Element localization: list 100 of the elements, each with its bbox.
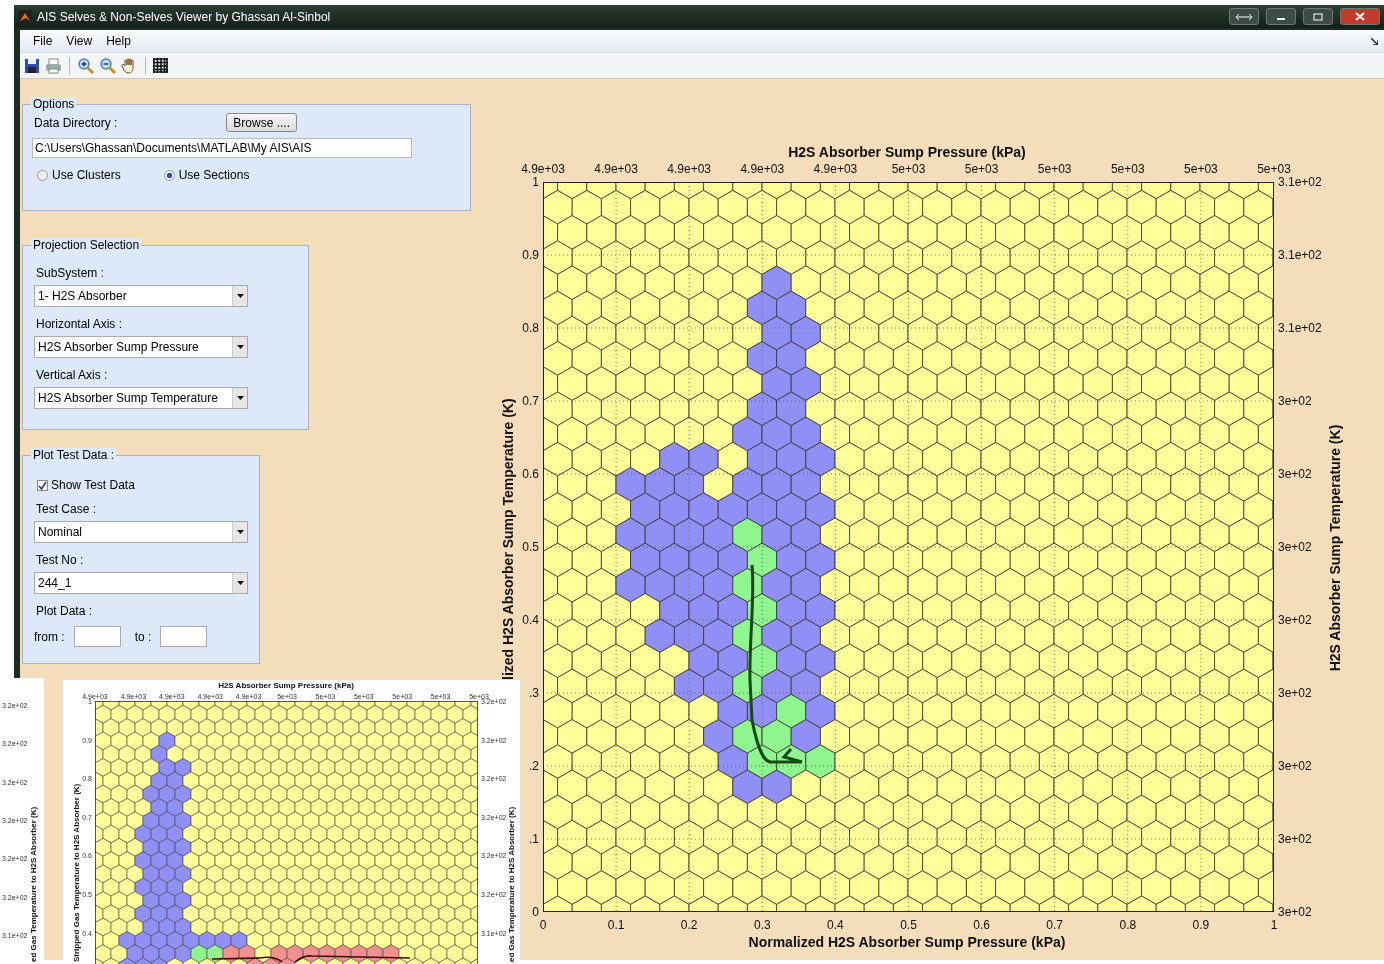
axis-tick-label: 3e+02 xyxy=(1278,759,1312,773)
field-label: Test No : xyxy=(36,553,85,567)
axis-tick-label: 0.8 xyxy=(1119,918,1137,932)
axis-tick-label: 4.9e+03 xyxy=(813,162,858,176)
show-test-data-checkbox[interactable]: Show Test Data xyxy=(37,478,249,492)
field-label: Horizontal Axis : xyxy=(36,317,124,331)
axis-tick-label: 0.5 xyxy=(522,540,539,554)
checkbox-icon[interactable] xyxy=(37,479,48,491)
directory-field[interactable]: C:\Users\Ghassan\Documents\MATLAB\My AIS\AIS xyxy=(32,138,412,158)
axis-tick-label: 1 xyxy=(532,175,539,189)
zoom-out-icon[interactable] xyxy=(99,57,116,74)
axis-tick-label: 0.4 xyxy=(522,613,539,627)
axis-tick-label: 3.1e+02 xyxy=(1278,248,1322,262)
print-icon[interactable] xyxy=(45,57,62,74)
axis-tick-label: 0 xyxy=(532,905,539,919)
radio-option[interactable]: Use Sections xyxy=(163,168,250,182)
axis-tick-label: 0.1 xyxy=(607,918,625,932)
axis-tick-label: 0 xyxy=(539,918,547,932)
axis-tick-label: 0.6 xyxy=(973,918,990,932)
double-arrow-icon xyxy=(1235,12,1253,21)
grid-icon[interactable] xyxy=(153,58,168,73)
caret-icon xyxy=(236,396,244,400)
axis-tick-label: 5e+03 xyxy=(891,162,926,176)
axis-tick-label: 4.9e+03 xyxy=(740,162,785,176)
axis-tick-label: 4.9e+03 xyxy=(667,162,712,176)
caret-icon xyxy=(236,294,244,298)
menu-item[interactable]: View xyxy=(59,32,100,50)
resize-button[interactable] xyxy=(1229,8,1259,25)
axis-tick-label: 5e+03 xyxy=(964,162,999,176)
panel-title: Options xyxy=(31,97,77,111)
field-label: Vertical Axis : xyxy=(36,368,109,382)
axis-title: ed Gas Temperature to H2S Absorber (K) xyxy=(29,806,38,962)
dropdown[interactable]: H2S Absorber Sump Temperature xyxy=(34,387,248,409)
window-title: AIS Selves & Non-Selves Viewer by Ghassan Al-Sinbol xyxy=(37,9,331,24)
axis-tick-label: 0.2 xyxy=(680,918,698,932)
close-button[interactable] xyxy=(1340,8,1380,25)
maximize-button[interactable] xyxy=(1303,8,1333,25)
menu-item[interactable]: File xyxy=(26,32,60,50)
caret-icon xyxy=(236,345,244,349)
axis-tick-label: 0.3 xyxy=(753,918,771,932)
axis-tick-label: 0.7 xyxy=(522,394,539,408)
save-icon[interactable] xyxy=(24,57,40,74)
axis-tick-label: 4.9e+03 xyxy=(521,162,565,176)
field-label: Test Case : xyxy=(36,502,98,516)
dropdown[interactable]: 1- H2S Absorber xyxy=(34,285,248,307)
close-icon xyxy=(1355,12,1365,21)
dropdown[interactable]: Nominal xyxy=(34,521,248,543)
chart-title: H2S Absorber Sump Pressure (kPa) xyxy=(218,681,354,690)
axis-tick-label: .2 xyxy=(529,759,539,773)
axis-tick-label: .1 xyxy=(529,832,539,846)
chart-title: H2S Absorber Sump Pressure (kPa) xyxy=(788,144,1026,160)
caret-icon xyxy=(236,581,244,585)
minimize-button[interactable] xyxy=(1266,8,1296,25)
radio-option[interactable]: Use Clusters xyxy=(37,168,121,182)
axis-tick-label: 3e+02 xyxy=(1278,905,1312,919)
axis-tick-label: 3e+02 xyxy=(1278,394,1312,408)
caret-icon xyxy=(236,530,244,534)
axis-tick-label: 3e+02 xyxy=(1278,613,1312,627)
axis-tick-label: 0.9 xyxy=(522,248,539,262)
radio-icon[interactable] xyxy=(37,169,48,181)
dock-arrow-icon[interactable] xyxy=(1371,37,1378,45)
axis-tick-label: 0.5 xyxy=(900,918,917,932)
axis-tick-label: 5e+03 xyxy=(1110,162,1145,176)
axis-tick-label: 3e+02 xyxy=(1278,540,1312,554)
axis-tick-label: 3.1e+02 xyxy=(1278,175,1322,189)
field-label: Data Directory : xyxy=(34,115,118,130)
panel-title: Projection Selection xyxy=(31,238,142,252)
axis-tick-label: 4.9e+03 xyxy=(594,162,638,176)
browse-button[interactable]: Browse .... xyxy=(226,113,297,132)
axis-tick-label: 0.8 xyxy=(522,321,539,335)
menu-item[interactable]: Help xyxy=(99,32,138,50)
axis-tick-label: 3e+02 xyxy=(1278,832,1312,846)
axis-title: Normalized H2S Absorber Sump Pressure (kPa) xyxy=(748,934,1066,950)
axis-tick-label: 5e+03 xyxy=(1037,162,1072,176)
axis-tick-label: 1 xyxy=(1270,918,1278,932)
app-logo-icon xyxy=(18,9,32,24)
dropdown[interactable]: 244_1 xyxy=(34,572,248,594)
panel-title: Plot Test Data : xyxy=(31,448,117,462)
zoom-in-icon[interactable] xyxy=(77,57,94,74)
from-field[interactable] xyxy=(73,626,121,647)
field-label: to : xyxy=(134,629,152,644)
axis-title: H2S Absorber Sump Temperature (K) xyxy=(1327,424,1343,672)
axis-tick-label: 0.6 xyxy=(522,467,539,481)
axis-tick-label: 3e+02 xyxy=(1278,467,1312,481)
axis-tick-label: .3 xyxy=(529,686,539,700)
axis-tick-label: 3e+02 xyxy=(1278,686,1312,700)
field-label: SubSystem : xyxy=(36,266,106,280)
dropdown[interactable]: H2S Absorber Sump Pressure xyxy=(34,336,248,358)
maximize-icon xyxy=(1313,12,1323,21)
axis-tick-label: 3.1e+02 xyxy=(1278,321,1322,335)
axis-tick-label: 5e+03 xyxy=(1184,162,1218,176)
to-field[interactable] xyxy=(160,626,208,647)
axis-title: Stripped Gas Temperature to H2S Absorber (K) xyxy=(72,783,81,962)
axis-tick-label: 5e+03 xyxy=(1257,162,1291,176)
radio-icon[interactable] xyxy=(163,169,175,181)
axis-title: ed Gas Temperature to H2S Absorber (K) xyxy=(507,806,516,962)
axis-title: lized H2S Absorber Sump Temperature (K) xyxy=(500,398,516,680)
axis-tick-label: 0.7 xyxy=(1046,918,1064,932)
field-label: Plot Data : xyxy=(36,604,94,618)
field-label: from : xyxy=(34,629,65,644)
